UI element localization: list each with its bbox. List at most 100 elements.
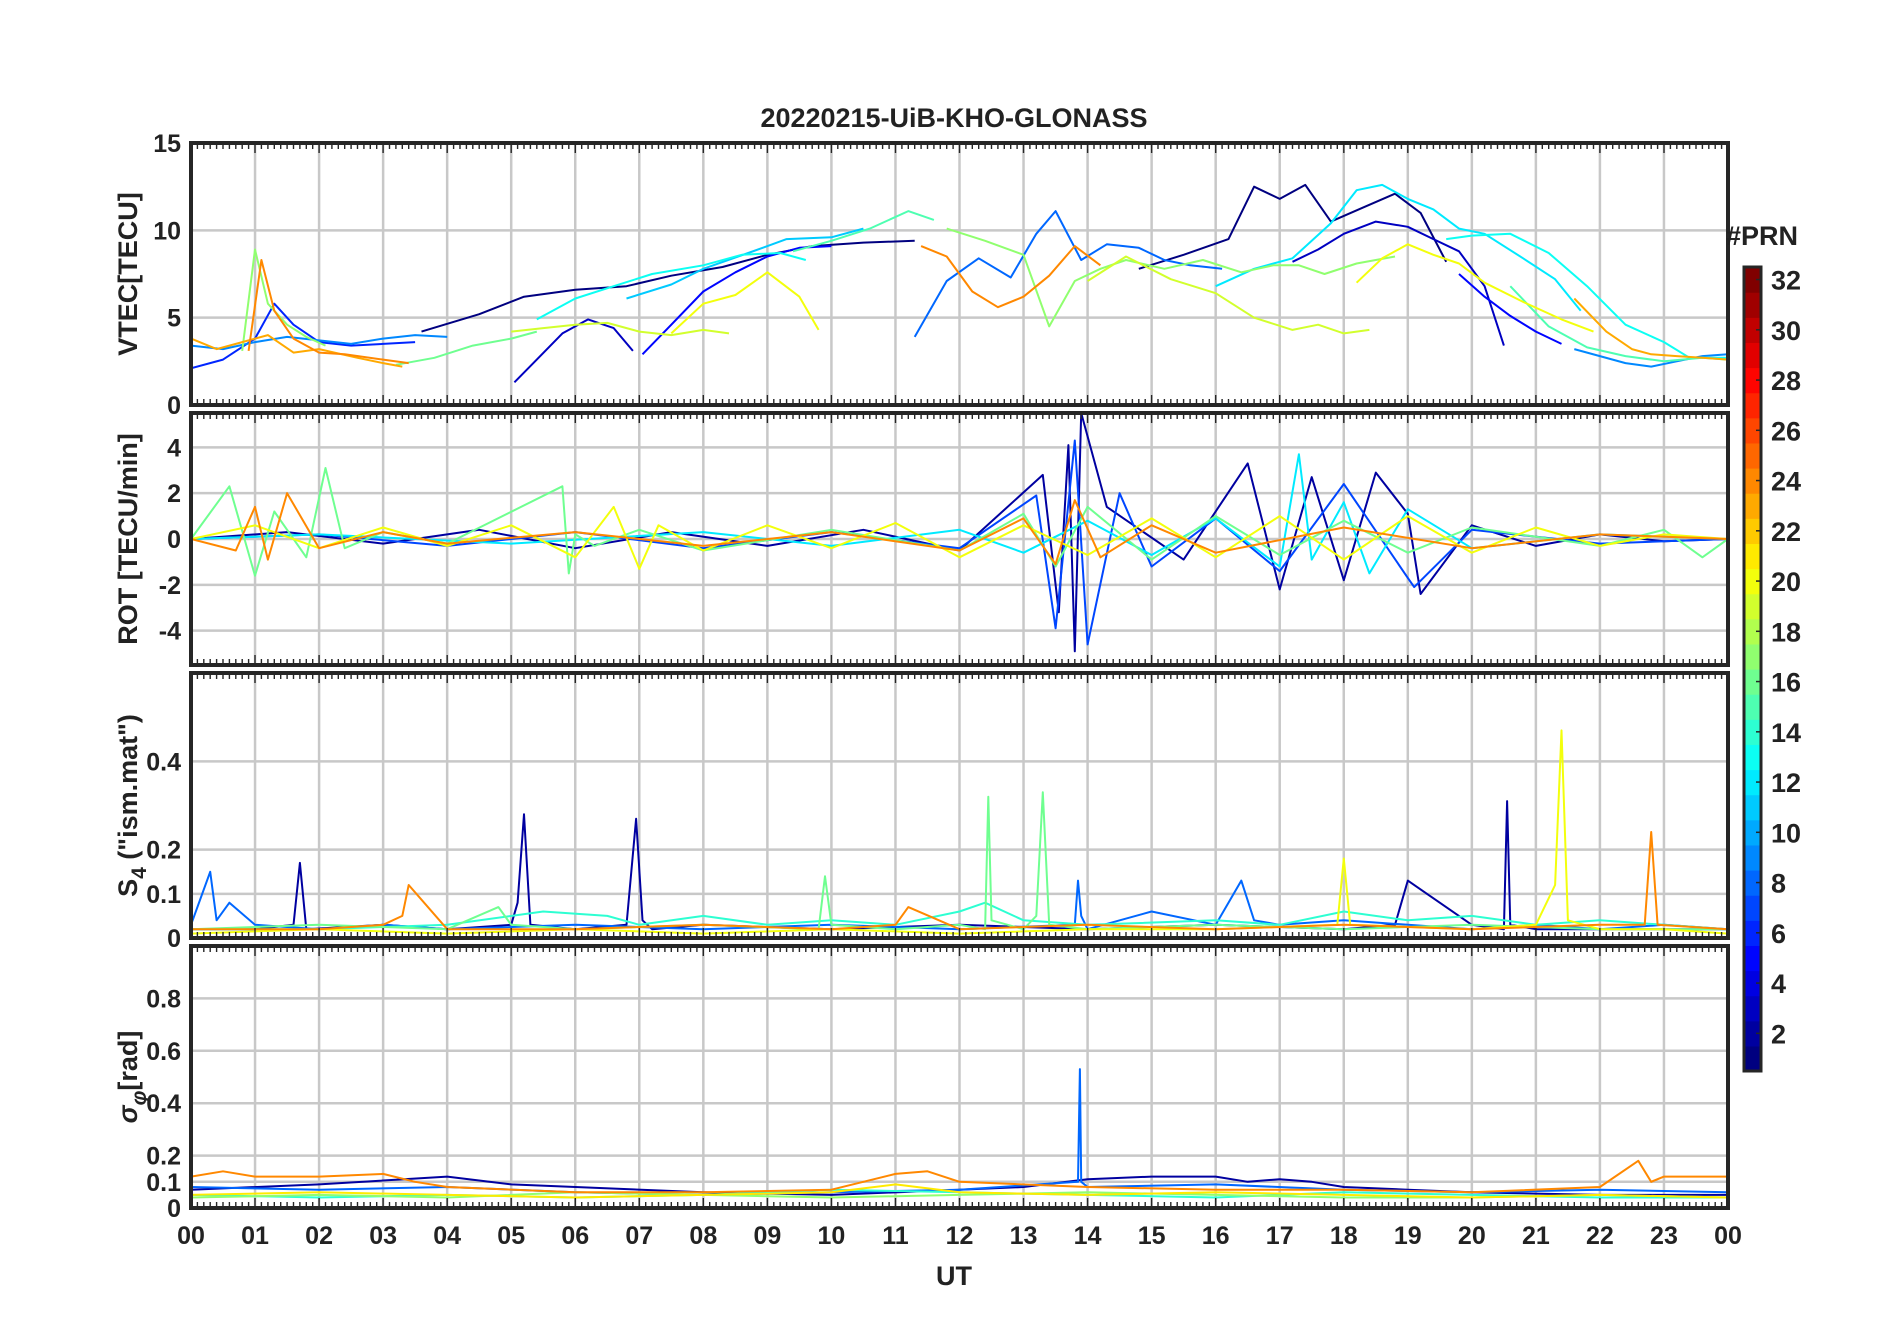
y-axis-label: VTEC[TECU]	[113, 192, 143, 356]
y-tick-label: 0.2	[146, 1143, 181, 1171]
x-tick-label: 02	[305, 1222, 333, 1250]
colorbar-tick-label: 14	[1771, 718, 1801, 748]
colorbar-segment	[1744, 493, 1761, 519]
colorbar-segment	[1744, 292, 1761, 318]
series-prn-1	[1138, 183, 1448, 270]
colorbar-segment	[1744, 342, 1761, 369]
y-tick-label: 0	[167, 925, 181, 953]
series-prn-5	[1458, 273, 1562, 345]
series-prn-19	[511, 321, 730, 337]
colorbar-segment	[1744, 643, 1761, 670]
x-tick-label: 18	[1330, 1222, 1358, 1250]
colorbar-segment	[1744, 744, 1761, 771]
colorbar-tick-label: 28	[1771, 366, 1801, 396]
colorbar-tick-label: 12	[1771, 768, 1801, 798]
y-tick-label: 10	[153, 217, 181, 245]
colorbar-segment	[1744, 694, 1761, 720]
y-axis-label-rest: ("ism.mat")	[113, 714, 143, 867]
panel-vtec: 0 5 10 15 VTEC[TECU]	[113, 130, 1730, 420]
y-tick-label: -4	[159, 618, 181, 646]
series-prn-16	[395, 330, 538, 366]
x-tick-label: 21	[1522, 1222, 1550, 1250]
y-axis-label: ROT [TECU/min]	[113, 433, 143, 644]
panel-sigma_phi: 00.10.2 0.4 0.6 0.8 σφ[rad] 00 01 02 03 04 05 06 07 0…	[113, 944, 1742, 1250]
colorbar-tick-label: 22	[1771, 517, 1801, 547]
y-tick-label: 0	[167, 526, 181, 554]
y-tick-label: -2	[159, 572, 181, 600]
colorbar-tick-label: 16	[1771, 668, 1801, 698]
x-tick-label: 03	[369, 1222, 397, 1250]
colorbar-segment	[1744, 1045, 1761, 1072]
figure-title: 20220215-UiB-KHO-GLONASS	[760, 103, 1147, 133]
colorbar-tick-label: 30	[1771, 316, 1801, 346]
colorbar-tick-label: 8	[1771, 869, 1786, 899]
y-tick-label: 0.2	[146, 837, 181, 865]
colorbar: 2468101214161820222426283032	[1742, 265, 1801, 1073]
colorbar-tick-label: 20	[1771, 567, 1801, 597]
colorbar-segment	[1744, 844, 1761, 871]
x-tick-label: 06	[561, 1222, 589, 1250]
y-axis-label: S4 ("ism.mat")	[113, 714, 151, 897]
x-tick-label: 11	[882, 1222, 909, 1250]
colorbar-tick-label: 18	[1771, 617, 1801, 647]
colorbar-segment	[1744, 895, 1761, 921]
x-tick-label: 00	[177, 1222, 205, 1250]
x-tick-label: 04	[433, 1222, 461, 1250]
colorbar-tick-label: 6	[1771, 919, 1786, 949]
x-tick-label: 00	[1714, 1222, 1742, 1250]
x-tick-label: 17	[1266, 1222, 1294, 1250]
y-axis-label-sub: φ	[128, 1090, 151, 1105]
x-tick-label: 16	[1202, 1222, 1230, 1250]
x-tick-label: 20	[1458, 1222, 1486, 1250]
x-tick-label: 15	[1138, 1222, 1166, 1250]
colorbar-tick-label: 10	[1771, 818, 1801, 848]
colorbar-tick-label: 2	[1771, 1019, 1786, 1049]
panels: 051015VTEC[TECU]-4-2024ROT [TECU/min]00.…	[113, 130, 1742, 1250]
series-prn-13	[536, 252, 807, 321]
y-tick-label: 0	[167, 392, 181, 420]
colorbar-segment	[1744, 442, 1761, 469]
y-axis-label-main: S	[113, 879, 143, 897]
x-axis-label: UT	[936, 1261, 972, 1291]
colorbar-label: #PRN	[1726, 221, 1798, 251]
x-tick-label: 05	[497, 1222, 525, 1250]
x-tick-label: 12	[946, 1222, 974, 1250]
y-axis-label-main: σ	[113, 1104, 143, 1123]
x-tick-label: 01	[241, 1222, 269, 1250]
y-tick-label: 0.8	[146, 985, 181, 1013]
y-tick-label: 15	[153, 130, 181, 158]
y-tick-label: 5	[167, 305, 181, 333]
y-tick-label: 0.4	[146, 1090, 181, 1118]
figure-canvas: 20220215-UiB-KHO-GLONASS 051015VTEC[TECU…	[113, 103, 1801, 1291]
x-tick-label: 14	[1074, 1222, 1102, 1250]
y-tick-label: 4	[167, 434, 181, 462]
colorbar-segment	[1744, 543, 1761, 570]
y-axis-label-sub: 4	[128, 867, 151, 879]
x-tick-label: 07	[625, 1222, 653, 1250]
y-axis-label-rest: [rad]	[113, 1031, 143, 1091]
colorbar-segment	[1744, 995, 1761, 1022]
colorbar-tick-label: 24	[1771, 467, 1801, 497]
panel-rot: -4 -2 0 2 4 ROT [TECU/min]	[113, 411, 1730, 667]
x-tick-label: 08	[689, 1222, 717, 1250]
x-tick-label: 10	[818, 1222, 846, 1250]
colorbar-segment	[1744, 794, 1761, 821]
x-tick-label: 23	[1650, 1222, 1678, 1250]
y-tick-label: 0.6	[146, 1038, 181, 1066]
colorbar-tick-label: 26	[1771, 416, 1801, 446]
colorbar-segment	[1744, 593, 1761, 620]
x-tick-label: 09	[753, 1222, 781, 1250]
y-tick-label: 0	[167, 1195, 181, 1223]
y-tick-label: 2	[167, 480, 181, 508]
series-prn-24	[247, 259, 409, 365]
x-tick-label: 19	[1394, 1222, 1422, 1250]
y-tick-label: 0.1	[146, 1169, 181, 1197]
panel-s4: 00.10.20.4S4 ("ism.mat")	[113, 671, 1730, 953]
y-tick-label: 0.4	[146, 748, 181, 776]
y-tick-label: 0.1	[146, 881, 181, 909]
series-prn-12	[1215, 183, 1582, 312]
x-tick-label: 22	[1586, 1222, 1614, 1250]
colorbar-segment	[1744, 945, 1761, 972]
colorbar-tick-label: 32	[1771, 266, 1801, 296]
colorbar-tick-label: 4	[1771, 969, 1786, 999]
